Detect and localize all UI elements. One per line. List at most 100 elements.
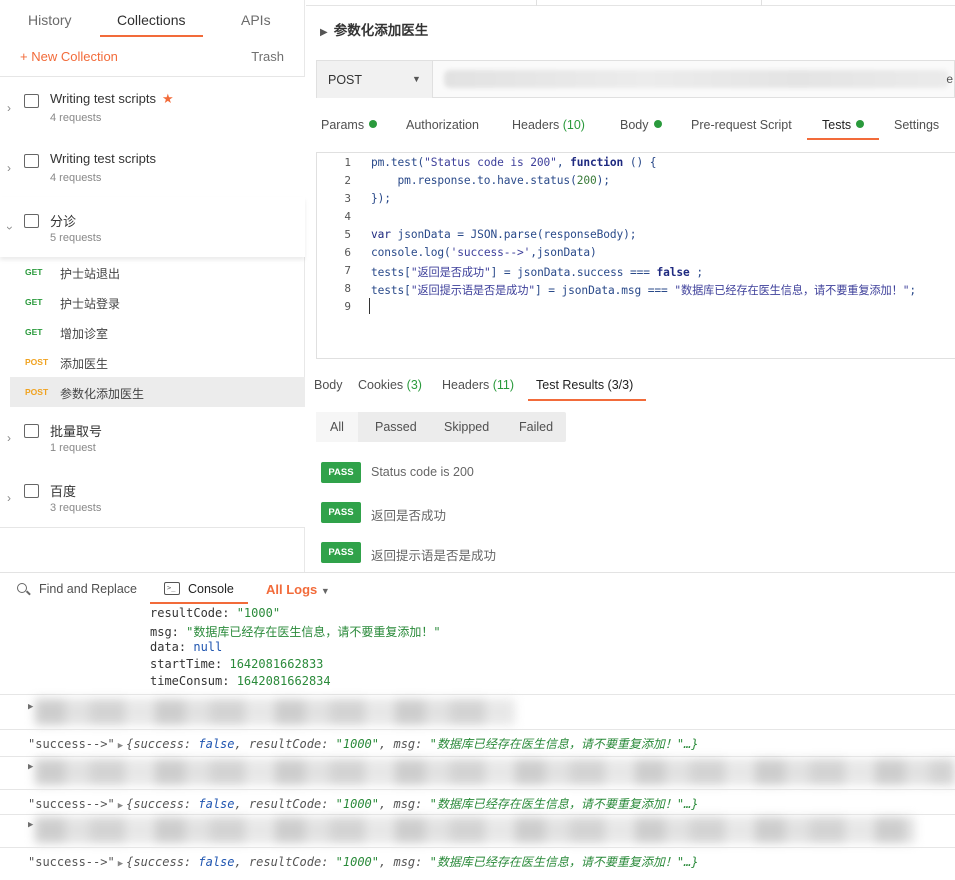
method-value: POST	[328, 73, 363, 87]
filter-all[interactable]: All	[316, 412, 358, 442]
redacted-request-log[interactable]	[35, 759, 955, 785]
chevron-right-icon[interactable]: ›	[7, 431, 11, 445]
log-field: data: null	[150, 640, 223, 654]
request-item-selected[interactable]: POST 参数化添加医生	[10, 377, 305, 407]
console-output: resultCode: "1000" msg: "数据库已经存在医生信息，请不要…	[0, 606, 955, 880]
log-separator	[0, 814, 955, 815]
star-icon[interactable]: ★	[162, 91, 174, 106]
url-input-tail: e	[946, 72, 953, 86]
request-item[interactable]: GET 护士站退出	[10, 257, 305, 287]
code-line: pm.test("Status code is 200", function (…	[371, 156, 657, 169]
divider	[0, 527, 305, 528]
filter-passed[interactable]: Passed	[375, 420, 417, 434]
tab-authorization[interactable]: Authorization	[406, 118, 479, 132]
redacted-request-log[interactable]	[35, 699, 515, 725]
request-name: 添加医生	[60, 357, 109, 371]
tab-settings[interactable]: Settings	[894, 118, 939, 132]
filter-skipped[interactable]: Skipped	[444, 420, 489, 434]
expand-arrow-icon[interactable]: ▶	[28, 820, 33, 830]
sidebar-tabs: History Collections APIs	[0, 0, 305, 42]
request-item[interactable]: GET 增加诊室	[10, 317, 305, 347]
collection-item[interactable]: › 百度 3 requests	[0, 467, 305, 527]
code-line: });	[371, 192, 391, 205]
collection-name: Writing test scripts	[50, 151, 156, 166]
test-script-editor[interactable]: 1 2 3 4 5 6 7 8 9 pm.test("Status code i…	[316, 152, 955, 359]
tab-response-body[interactable]: Body	[314, 378, 343, 392]
url-input[interactable]	[444, 70, 949, 88]
folder-icon	[24, 214, 39, 228]
new-collection-button[interactable]: + New Collection	[20, 49, 118, 64]
tab-cookies[interactable]: Cookies (3)	[358, 378, 422, 392]
line-number: 4	[344, 210, 351, 223]
tab-history[interactable]: History	[28, 12, 72, 28]
console-log-entry[interactable]: "success-->" ▶ {success: false, resultCode…	[28, 795, 699, 812]
pass-badge: PASS	[321, 502, 361, 523]
terminal-icon: >_	[164, 582, 180, 595]
collection-item-expanded[interactable]: › 分诊 5 requests	[0, 197, 305, 257]
request-item[interactable]: GET 护士站登录	[10, 287, 305, 317]
collection-name: 分诊	[50, 214, 77, 229]
request-tab-strip	[306, 0, 955, 6]
tab-response-headers[interactable]: Headers (11)	[442, 378, 514, 392]
expand-arrow-icon[interactable]: ▶	[118, 801, 123, 811]
chevron-right-icon[interactable]: ›	[7, 161, 11, 175]
collection-request-count: 4 requests	[50, 172, 102, 184]
active-tab-indicator	[528, 399, 646, 401]
console-log-entry[interactable]: "success-->" ▶ {success: false, resultCode…	[28, 735, 699, 752]
method-select[interactable]: POST ▼	[317, 61, 433, 98]
tab-apis[interactable]: APIs	[241, 12, 271, 28]
line-number: 5	[344, 228, 351, 241]
console-tab[interactable]: Console	[188, 582, 234, 596]
console-toolbar: Find and Replace >_ Console All Logs ▼	[0, 572, 955, 606]
line-number: 7	[344, 264, 351, 277]
expand-arrow-icon[interactable]: ▶	[28, 702, 33, 712]
line-number: 8	[344, 282, 351, 295]
tab-body[interactable]: Body	[620, 118, 662, 132]
collection-item[interactable]: › 批量取号 1 request	[0, 407, 305, 467]
all-logs-dropdown[interactable]: All Logs ▼	[266, 582, 330, 597]
collection-item[interactable]: › Writing test scripts ★ 4 requests	[0, 77, 305, 137]
line-number: 9	[344, 300, 351, 313]
folder-icon	[24, 424, 39, 438]
filter-failed[interactable]: Failed	[519, 420, 553, 434]
expand-arrow-icon[interactable]: ▶	[118, 859, 123, 869]
log-separator	[0, 694, 955, 695]
expand-arrow-icon[interactable]: ▶	[118, 741, 123, 751]
chevron-right-icon[interactable]: ›	[7, 491, 11, 505]
folder-icon	[24, 94, 39, 108]
expand-arrow-icon[interactable]: ▶	[28, 762, 33, 772]
collection-item[interactable]: › Writing test scripts 4 requests	[0, 137, 305, 197]
tab-test-results[interactable]: Test Results (3/3)	[536, 378, 633, 392]
code-line: tests["返回提示语是否是成功"] = jsonData.msg === "…	[371, 284, 917, 297]
tab-headers[interactable]: Headers (10)	[512, 118, 585, 132]
trash-button[interactable]: Trash	[251, 49, 284, 64]
request-name: 增加诊室	[60, 327, 109, 341]
tab-collections[interactable]: Collections	[117, 12, 185, 28]
log-field: msg: "数据库已经存在医生信息，请不要重复添加！"	[150, 625, 441, 639]
console-log-entry[interactable]: "success-->" ▶ {success: false, resultCode…	[28, 853, 699, 870]
chevron-right-icon[interactable]: ›	[7, 101, 11, 115]
chevron-down-icon[interactable]: ›	[3, 226, 17, 230]
tab-pre-request-script[interactable]: Pre-request Script	[691, 118, 792, 132]
log-field: resultCode: "1000"	[150, 606, 281, 620]
test-name: Status code is 200	[371, 465, 474, 479]
request-item[interactable]: POST 添加医生	[10, 347, 305, 377]
response-tabs: Body Cookies (3) Headers (11) Test Resul…	[306, 372, 955, 402]
log-field: startTime: 1642081662833	[150, 657, 324, 671]
caret-right-icon[interactable]: ▶	[320, 27, 328, 38]
sidebar: History Collections APIs + New Collectio…	[0, 0, 305, 572]
method-badge: GET	[25, 327, 43, 337]
log-separator	[0, 756, 955, 757]
log-separator	[0, 847, 955, 848]
collection-request-count: 4 requests	[50, 112, 102, 124]
request-name: 护士站登录	[60, 297, 121, 311]
redacted-request-log[interactable]	[35, 817, 915, 843]
tab-params[interactable]: Params	[321, 118, 378, 132]
active-tab-indicator	[150, 602, 248, 604]
pass-badge: PASS	[321, 462, 361, 483]
collection-request-count: 3 requests	[50, 502, 102, 514]
chevron-down-icon: ▼	[412, 74, 421, 84]
line-number: 6	[344, 246, 351, 259]
tab-tests[interactable]: Tests	[822, 118, 865, 132]
find-and-replace-button[interactable]: Find and Replace	[39, 582, 137, 596]
